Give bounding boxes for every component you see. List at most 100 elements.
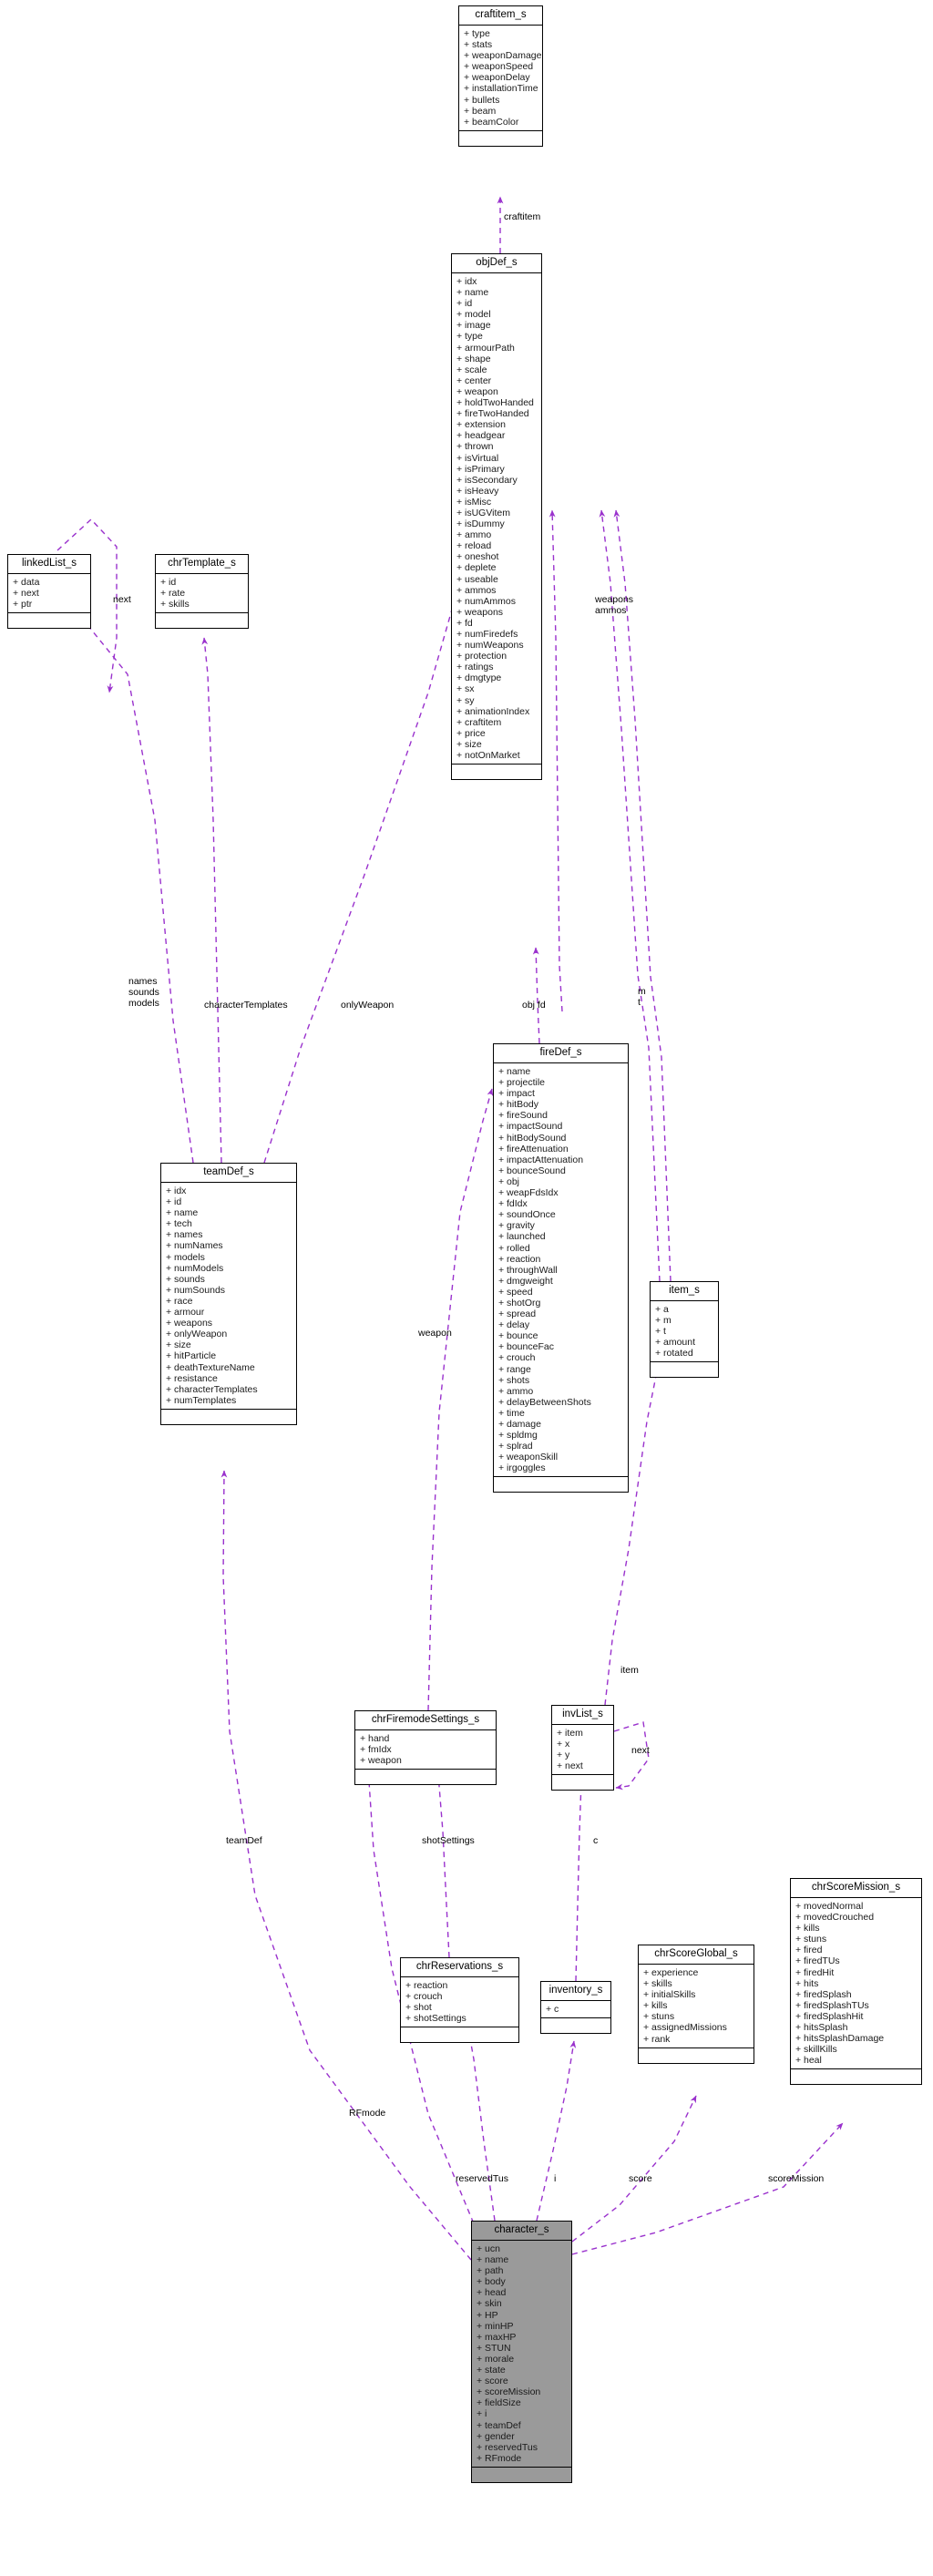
visibility-public-icon: +: [498, 1319, 505, 1331]
visibility-public-icon: +: [498, 1275, 505, 1287]
attribute-name: kills: [804, 1923, 820, 1935]
attribute-name: RFmode: [485, 2452, 522, 2464]
visibility-public-icon: +: [456, 694, 463, 706]
visibility-public-icon: +: [795, 2044, 802, 2056]
attribute-row: + hitParticle: [166, 1350, 294, 1361]
class-node-craftitem_s[interactable]: craftitem_s + type + stats + weaponDamage +…: [458, 5, 543, 147]
visibility-public-icon: +: [456, 617, 463, 629]
class-attributes: + idx + name + id + model + image + type + armourPath…: [452, 273, 541, 765]
visibility-public-icon: +: [166, 1273, 172, 1285]
visibility-public-icon: +: [477, 2419, 483, 2431]
attribute-row: + fireTwoHanded: [456, 408, 539, 419]
class-attributes: + movedNormal + movedCrouched + kills + stuns + f…: [791, 1898, 921, 2070]
class-node-chrScoreGlobal_s[interactable]: chrScoreGlobal_s + experience + skills + init…: [638, 1945, 754, 2064]
attribute-row: + kills: [643, 2000, 752, 2011]
attribute-row: + characterTemplates: [166, 1384, 294, 1395]
class-attributes: + experience + skills + initialSkills + kills + s…: [639, 1965, 754, 2048]
attribute-row: + bounce: [498, 1330, 626, 1341]
attribute-row: + rolled: [498, 1243, 626, 1254]
attribute-row: + fireSound: [498, 1110, 626, 1121]
attribute-name: armour: [174, 1307, 205, 1319]
attribute-name: hitsSplash: [804, 2022, 848, 2034]
class-methods: [161, 1410, 296, 1424]
attribute-row: + amount: [655, 1337, 696, 1349]
attribute-name: path: [485, 2265, 504, 2277]
class-node-linkedList_s[interactable]: linkedList_s + data + next + ptr: [7, 554, 91, 630]
attribute-name: price: [465, 727, 486, 739]
attribute-row: + weaponSpeed: [464, 61, 534, 73]
attribute-row: + t: [655, 1326, 666, 1338]
edge-label-weapons-ammos: weapons ammos: [595, 594, 634, 617]
visibility-public-icon: +: [795, 2055, 802, 2067]
attribute-row: + names: [166, 1229, 294, 1240]
visibility-public-icon: +: [477, 2452, 483, 2464]
attribute-name: model: [465, 309, 491, 321]
attribute-row: + useable: [456, 574, 539, 585]
visibility-public-icon: +: [456, 342, 463, 354]
class-node-chrReservations_s[interactable]: chrReservations_s + reaction + crouch + sho…: [400, 1957, 519, 2044]
attribute-name: name: [174, 1207, 199, 1219]
visibility-public-icon: +: [166, 1262, 172, 1274]
attribute-name: soundOnce: [507, 1209, 556, 1221]
visibility-public-icon: +: [498, 1143, 505, 1155]
attribute-name: deathTextureName: [174, 1361, 255, 1373]
edge-label-RFmode: RFmode: [349, 2108, 386, 2119]
attribute-row: + sx: [456, 683, 539, 694]
class-title: chrFiremodeSettings_s: [355, 1711, 496, 1730]
attribute-row: + hitsSplashDamage: [795, 2033, 919, 2044]
visibility-public-icon: +: [498, 1419, 505, 1430]
attribute-name: skillKills: [804, 2044, 837, 2056]
attribute-row: + isDummy: [456, 518, 539, 529]
attribute-name: craftitem: [465, 716, 502, 728]
attribute-name: bounceFac: [507, 1341, 554, 1353]
visibility-public-icon: +: [456, 397, 463, 409]
visibility-public-icon: +: [166, 1350, 172, 1362]
attribute-row: + scale: [456, 364, 539, 375]
attribute-name: damage: [507, 1419, 541, 1430]
class-node-chrTemplate_s[interactable]: chrTemplate_s + id + rate + skills: [155, 554, 249, 630]
class-node-inventory_s[interactable]: inventory_s + c: [540, 1981, 611, 2035]
class-node-item_s[interactable]: item_s + a + m + t + amount + rotated: [650, 1281, 719, 1379]
attribute-name: experience: [651, 1967, 699, 1978]
attribute-name: hitsSplashDamage: [804, 2033, 885, 2045]
class-title: character_s: [472, 2222, 571, 2241]
attribute-name: hitBody: [507, 1099, 539, 1111]
class-title: chrScoreMission_s: [791, 1879, 921, 1898]
visibility-public-icon: +: [498, 1363, 505, 1375]
class-node-chrFiremodeSettings_s[interactable]: chrFiremodeSettings_s + hand + fmIdx + weap…: [354, 1710, 497, 1786]
attribute-row: + numTemplates: [166, 1395, 294, 1406]
attribute-row: + hitsSplash: [795, 2022, 919, 2033]
class-node-teamDef_s[interactable]: teamDef_s + idx + id + name + tech + names + numNam…: [160, 1163, 297, 1425]
attribute-row: + body: [477, 2276, 569, 2287]
attribute-name: notOnMarket: [465, 750, 520, 762]
visibility-public-icon: +: [795, 2022, 802, 2034]
class-node-objDef_s[interactable]: objDef_s + idx + name + id + model + image + type + a…: [451, 253, 542, 781]
attribute-name: hitBodySound: [507, 1132, 567, 1144]
attribute-name: deplete: [465, 562, 497, 574]
attribute-name: center: [465, 375, 492, 386]
visibility-public-icon: +: [498, 1407, 505, 1419]
attribute-name: weapon: [465, 385, 498, 397]
attribute-name: obj: [507, 1175, 520, 1187]
attribute-row: + kills: [795, 1923, 919, 1934]
attribute-row: + skillKills: [795, 2044, 919, 2055]
visibility-public-icon: +: [477, 2287, 483, 2299]
class-node-fireDef_s[interactable]: fireDef_s + name + projectile + impact + hitBod…: [493, 1043, 629, 1493]
class-node-invList_s[interactable]: invList_s + item + x + y + next: [551, 1705, 614, 1791]
attribute-row: + x: [557, 1739, 570, 1750]
visibility-public-icon: +: [498, 1110, 505, 1122]
visibility-public-icon: +: [477, 2408, 483, 2420]
attribute-row: + skills: [160, 599, 190, 611]
attribute-name: crouch: [507, 1352, 536, 1364]
attribute-name: armourPath: [465, 342, 515, 354]
attribute-row: + shotOrg: [498, 1298, 626, 1309]
edge-label-shotSettings: shotSettings: [422, 1835, 475, 1846]
attribute-name: stuns: [804, 1934, 827, 1945]
class-node-character_s[interactable]: character_s + ucn + name + path + body + head + ski…: [471, 2221, 572, 2483]
attribute-row: + heal: [795, 2055, 919, 2066]
class-node-chrScoreMission_s[interactable]: chrScoreMission_s + movedNormal + movedCrou…: [790, 1878, 922, 2086]
visibility-public-icon: +: [477, 2441, 483, 2453]
visibility-public-icon: +: [456, 430, 463, 442]
class-methods: [459, 131, 542, 146]
visibility-public-icon: +: [498, 1198, 505, 1210]
